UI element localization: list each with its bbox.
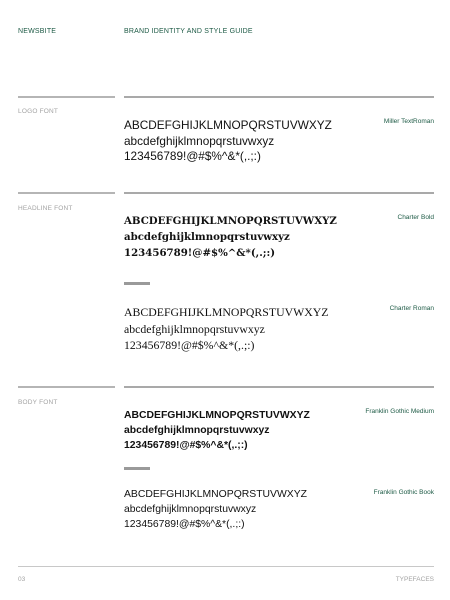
font-sample-logo: ABCDEFGHIJKLMNOPQRSTUVWXYZ abcdefghijklm… <box>124 118 332 165</box>
sample-lowercase: abcdefghijklmnopqrstuvwxyz <box>124 321 265 336</box>
sample-lowercase: abcdefghijklmnopqrstuvwxyz <box>124 230 290 243</box>
font-sample-franklin-book: ABCDEFGHIJKLMNOPQRSTUVWXYZ abcdefghijklm… <box>124 488 307 532</box>
sample-lowercase: abcdefghijklmnopqrstuvwxyz <box>124 503 257 515</box>
font-sample-franklin-medium: ABCDEFGHIJKLMNOPQRSTUVWXYZ abcdefghijklm… <box>124 408 310 453</box>
font-sample-charter-roman: ABCDEFGHIJKLMNOPQRSTUVWXYZ abcdefghijklm… <box>124 304 329 354</box>
section-label-logo: LOGO FONT <box>18 108 59 115</box>
font-name-charter-bold: Charter Bold <box>397 214 435 221</box>
sample-separator <box>124 467 150 470</box>
brand-name: NEWSBITE <box>18 28 57 35</box>
footer-section-title: TYPEFACES <box>395 576 434 583</box>
sample-uppercase: ABCDEFGHIJKLMNOPQRSTUVWXYZ <box>124 410 310 421</box>
section-divider-left <box>18 386 115 388</box>
section-divider-right <box>124 386 434 388</box>
footer-divider <box>18 566 434 567</box>
sample-uppercase: ABCDEFGHIJKLMNOPQRSTUVWXYZ <box>124 489 308 500</box>
section-label-headline: HEADLINE FONT <box>18 205 73 212</box>
font-name-franklin-book: Franklin Gothic Book <box>373 489 434 496</box>
section-divider-right <box>124 192 434 194</box>
sample-numerals: 123456789!@#$%^&*(,.;:) <box>124 440 248 452</box>
sample-numerals: 123456789!@#$%^&*(,.;:) <box>124 338 255 353</box>
section-divider-left <box>18 192 115 194</box>
sample-numerals: 123456789!@#$%^&*(,.;:) <box>124 149 261 164</box>
font-name-logo: Miller TextRoman <box>383 118 434 125</box>
page-number: 03 <box>18 576 26 583</box>
sample-uppercase: ABCDEFGHIJKLMNOPQRSTUVWXYZ <box>124 215 337 227</box>
sample-uppercase: ABCDEFGHIJKLMNOPQRSTUVWXYZ <box>124 305 329 319</box>
section-divider-right <box>124 96 434 98</box>
section-label-body: BODY FONT <box>18 399 58 406</box>
sample-numerals: 123456789!@#$%^&*(,.;:) <box>124 246 276 259</box>
font-name-franklin-medium: Franklin Gothic Medium <box>365 408 434 415</box>
guide-title: BRAND IDENTITY AND STYLE GUIDE <box>124 28 253 35</box>
font-sample-charter-bold: ABCDEFGHIJKLMNOPQRSTUVWXYZ abcdefghijklm… <box>124 214 337 261</box>
sample-lowercase: abcdefghijklmnopqrstuvwxyz <box>124 425 270 437</box>
sample-lowercase: abcdefghijklmnopqrstuvwxyz <box>124 133 275 148</box>
sample-uppercase: ABCDEFGHIJKLMNOPQRSTUVWXYZ <box>124 118 332 132</box>
sample-separator <box>124 282 150 285</box>
font-name-charter-roman: Charter Roman <box>389 305 434 312</box>
sample-numerals: 123456789!@#$%^&*(,.;:) <box>124 518 245 530</box>
section-divider-left <box>18 96 115 98</box>
